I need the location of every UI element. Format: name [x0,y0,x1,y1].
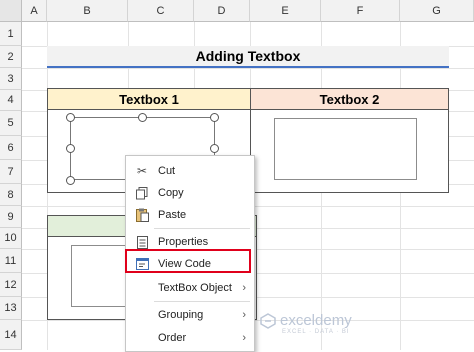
resize-handle[interactable] [210,113,219,122]
menu-item-copy[interactable]: Copy [126,182,254,204]
menu-item-label: Paste [158,209,187,221]
menu-item-label: Order [158,332,187,344]
menu-separator [154,301,250,302]
watermark-tagline: EXCEL · DATA · BI [282,329,350,335]
row-header-12[interactable]: 12 [0,273,22,297]
watermark: exceldemy EXCEL · DATA · BI [260,312,352,335]
menu-item-label: Properties [158,236,209,248]
row-header-1[interactable]: 1 [0,22,22,46]
submenu-arrow-icon: › [242,332,246,344]
row-header-8[interactable]: 8 [0,184,22,206]
table-header-textbox-2: Textbox 2 [250,88,449,110]
column-header-b[interactable]: B [47,0,128,22]
column-header-e[interactable]: E [250,0,321,22]
resize-handle[interactable] [66,113,75,122]
menu-item-grouping[interactable]: Grouping › [126,304,254,326]
row-header-9[interactable]: 9 [0,206,22,228]
menu-item-label: TextBox Object [158,282,232,294]
row-header-4[interactable]: 4 [0,90,22,111]
menu-item-textbox-object[interactable]: TextBox Object › [126,277,254,299]
submenu-arrow-icon: › [242,309,246,321]
row-header-14[interactable]: 14 [0,320,22,350]
resize-handle[interactable] [66,176,75,185]
row-header-10[interactable]: 10 [0,228,22,249]
title-underline [47,66,449,68]
textbox-2[interactable] [274,118,417,180]
sheet-title: Adding Textbox [47,46,449,66]
menu-item-label: Cut [158,165,176,177]
menu-item-order[interactable]: Order › [126,327,254,349]
menu-item-label: Copy [158,187,184,199]
row-header-2[interactable]: 2 [0,46,22,68]
menu-item-label: Grouping [158,309,204,321]
column-header-f[interactable]: F [321,0,400,22]
resize-handle[interactable] [210,144,219,153]
column-header-a[interactable]: A [22,0,47,22]
view-code-highlight [125,249,251,273]
row-header-13[interactable]: 13 [0,297,22,320]
scissors-icon: ✂ [136,164,148,178]
select-all-corner[interactable] [0,0,22,22]
gridline [22,68,474,69]
properties-icon [135,235,149,249]
column-header-d[interactable]: D [194,0,250,22]
submenu-arrow-icon: › [242,282,246,294]
menu-separator [154,228,250,229]
copy-icon [135,186,149,200]
menu-item-cut[interactable]: ✂ Cut [126,160,254,182]
column-header-g[interactable]: G [400,0,474,22]
paste-icon [135,208,149,222]
row-header-11[interactable]: 11 [0,249,22,273]
resize-handle[interactable] [138,113,147,122]
watermark-name: exceldemy [280,312,352,329]
column-header-c[interactable]: C [128,0,194,22]
row-header-3[interactable]: 3 [0,68,22,90]
watermark-logo-icon [260,312,276,329]
row-header-5[interactable]: 5 [0,111,22,136]
resize-handle[interactable] [66,144,75,153]
row-header-7[interactable]: 7 [0,160,22,184]
row-header-6[interactable]: 6 [0,136,22,160]
menu-item-paste[interactable]: Paste [126,204,254,226]
table-header-textbox-1: Textbox 1 [47,88,251,110]
